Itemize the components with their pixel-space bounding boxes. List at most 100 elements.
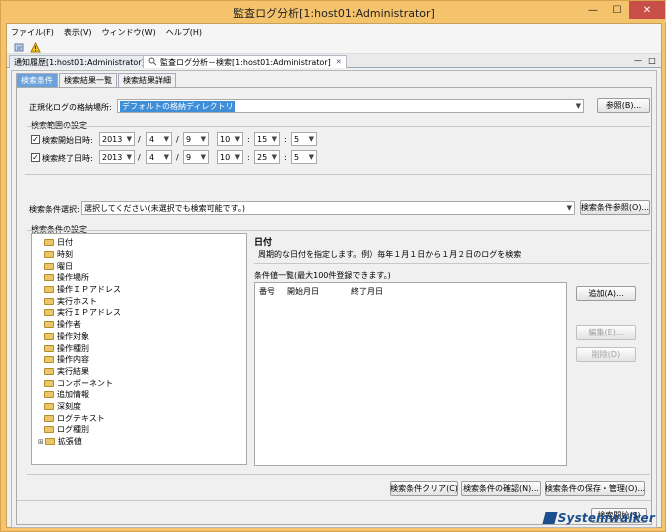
maximize-view-icon[interactable]: □ <box>647 55 657 65</box>
condition-reference-button[interactable]: 検索条件参照(O)... <box>580 200 650 215</box>
warning-icon[interactable] <box>29 41 41 53</box>
tab-search-results-list[interactable]: 検索結果一覧 <box>59 73 117 87</box>
tree-item-additional[interactable]: 追加情報 <box>38 389 246 401</box>
tree-item-log-text[interactable]: ログテキスト <box>38 412 246 424</box>
logo-text: Systemwalker <box>557 511 655 525</box>
end-date-checkbox[interactable]: ✓ <box>31 153 40 162</box>
date-separator: / <box>176 153 179 162</box>
start-minute-select[interactable]: 15 ▼ <box>254 132 280 146</box>
tree-item-severity[interactable]: 深刻度 <box>38 401 246 413</box>
tree-item-component[interactable]: コンポーネント <box>38 377 246 389</box>
menu-view[interactable]: 表示(V) <box>64 27 92 38</box>
chevron-down-icon: ▼ <box>234 153 240 161</box>
end-month-value: 4 <box>149 152 155 162</box>
date-separator: / <box>138 153 141 162</box>
tree-item-label: 実行ＩＰアドレス <box>57 308 121 318</box>
delete-button[interactable]: 削除(D) <box>576 347 636 362</box>
end-second-select[interactable]: 5 ▼ <box>291 150 317 164</box>
tree-item-op-type[interactable]: 操作種別 <box>38 342 246 354</box>
application-window: 監査ログ分析[1:host01:Administrator] — ☐ ✕ ファイ… <box>0 0 666 532</box>
end-hour-select[interactable]: 10 ▼ <box>217 150 243 164</box>
start-hour-select[interactable]: 10 ▼ <box>217 132 243 146</box>
chevron-down-icon: ▼ <box>200 135 206 143</box>
folder-icon <box>44 426 54 434</box>
tree-item-label: 日付 <box>57 238 73 248</box>
menu-file[interactable]: ファイル(F) <box>11 27 54 38</box>
detail-title: 日付 <box>254 238 273 248</box>
folder-icon <box>44 402 54 410</box>
start-date-checkbox[interactable]: ✓ <box>31 135 40 144</box>
tree-item-extended[interactable]: ⊞ 拡張値 <box>38 436 246 448</box>
column-header-start[interactable]: 開始月日 <box>287 286 319 297</box>
folder-icon <box>44 438 55 446</box>
browse-button[interactable]: 参照(B)... <box>597 98 650 113</box>
tab-notification-history[interactable]: 通知履歴[1:host01:Administrator] <box>9 55 150 68</box>
minimize-view-icon[interactable]: — <box>633 55 643 65</box>
tree-item-result[interactable]: 実行結果 <box>38 366 246 378</box>
title-bar[interactable]: 監査ログ分析[1:host01:Administrator] — ☐ ✕ <box>1 1 666 23</box>
condition-item-tree[interactable]: 日付 時刻 曜日 操作場所 操作ＩＰアドレス 実行ホスト 実行ＩＰアドレス 操作… <box>31 233 247 465</box>
tree-item-label: 拡張値 <box>57 437 82 447</box>
tree-item-time[interactable]: 時刻 <box>38 249 246 261</box>
tree-item-label: 曜日 <box>57 261 73 271</box>
folder-icon <box>44 391 54 399</box>
save-manage-conditions-button[interactable]: 検索条件の保存・管理(O)... <box>545 481 645 496</box>
search-icon <box>148 57 157 68</box>
tree-item-exec-ip[interactable]: 実行ＩＰアドレス <box>38 307 246 319</box>
maximize-button[interactable]: ☐ <box>605 1 629 19</box>
tree-item-location[interactable]: 操作場所 <box>38 272 246 284</box>
close-icon[interactable]: ✕ <box>336 58 342 66</box>
condition-values-table[interactable]: 番号 開始月日 終了月日 <box>254 282 567 466</box>
clear-conditions-button[interactable]: 検索条件クリア(C) <box>390 481 458 496</box>
tree-item-operation-ip[interactable]: 操作ＩＰアドレス <box>38 284 246 296</box>
condition-select[interactable]: 選択してください(未選択でも検索可能です。) ▼ <box>81 201 575 215</box>
confirm-conditions-button[interactable]: 検索条件の確認(N)... <box>461 481 541 496</box>
folder-icon <box>44 262 54 270</box>
time-separator: : <box>284 135 287 144</box>
tree-item-operator[interactable]: 操作者 <box>38 319 246 331</box>
start-second-select[interactable]: 5 ▼ <box>291 132 317 146</box>
expand-icon[interactable]: ⊞ <box>38 438 44 446</box>
menu-window[interactable]: ウィンドウ(W) <box>102 27 156 38</box>
conditions-frame: 正規化ログの格納場所: デフォルトの格納ディレクトリ ▼ 参照(B)... 検索… <box>16 87 652 525</box>
tree-item-exec-host[interactable]: 実行ホスト <box>38 295 246 307</box>
folder-icon <box>44 251 54 259</box>
tab-search-conditions[interactable]: 検索条件 <box>16 73 58 87</box>
edit-button[interactable]: 編集(E)... <box>576 325 636 340</box>
tree-item-label: 時刻 <box>57 250 73 260</box>
column-header-number[interactable]: 番号 <box>259 286 275 297</box>
chevron-down-icon: ▼ <box>126 153 132 161</box>
tree-item-log-type[interactable]: ログ種別 <box>38 424 246 436</box>
close-button[interactable]: ✕ <box>629 1 665 19</box>
start-day-select[interactable]: 9 ▼ <box>183 132 209 146</box>
audit-tool-icon[interactable] <box>13 41 25 53</box>
menu-bar: ファイル(F) 表示(V) ウィンドウ(W) ヘルプ(H) <box>7 24 661 40</box>
end-minute-select[interactable]: 25 ▼ <box>254 150 280 164</box>
end-day-value: 9 <box>186 152 192 162</box>
folder-icon <box>44 414 54 422</box>
menu-help[interactable]: ヘルプ(H) <box>166 27 202 38</box>
tree-item-label: 実行ホスト <box>57 296 97 306</box>
tab-audit-log-search[interactable]: 監査ログ分析－検索[1:host01:Administrator] ✕ <box>143 55 347 68</box>
end-month-select[interactable]: 4 ▼ <box>146 150 172 164</box>
minimize-button[interactable]: — <box>581 1 605 19</box>
condition-list-label: 条件値一覧(最大100件登録できます。) <box>254 271 391 280</box>
tree-item-weekday[interactable]: 曜日 <box>38 260 246 272</box>
start-month-select[interactable]: 4 ▼ <box>146 132 172 146</box>
start-year-select[interactable]: 2013 ▼ <box>99 132 135 146</box>
storage-location-select[interactable]: デフォルトの格納ディレクトリ ▼ <box>117 99 584 113</box>
folder-icon <box>44 274 54 282</box>
tab-search-results-detail[interactable]: 検索結果詳細 <box>118 73 176 87</box>
end-day-select[interactable]: 9 ▼ <box>183 150 209 164</box>
start-day-value: 9 <box>186 134 192 144</box>
tree-item-op-content[interactable]: 操作内容 <box>38 354 246 366</box>
column-header-end[interactable]: 終了月日 <box>351 286 383 297</box>
add-button[interactable]: 追加(A)... <box>576 286 636 301</box>
end-year-select[interactable]: 2013 ▼ <box>99 150 135 164</box>
tree-item-date[interactable]: 日付 <box>38 237 246 249</box>
chevron-down-icon: ▼ <box>271 135 277 143</box>
end-minute-value: 25 <box>257 152 268 162</box>
folder-icon <box>44 379 54 387</box>
folder-icon <box>44 297 54 305</box>
tree-item-target[interactable]: 操作対象 <box>38 331 246 343</box>
